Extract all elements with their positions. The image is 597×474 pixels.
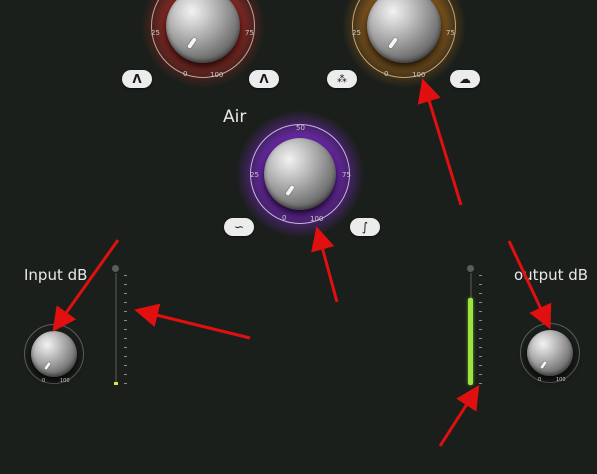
knob-pointer bbox=[539, 360, 548, 370]
meter-tick bbox=[124, 347, 127, 348]
output-db-label: output dB bbox=[514, 266, 589, 284]
arrow-to-air-knob bbox=[311, 226, 339, 303]
scale-label-25: 25 bbox=[250, 171, 259, 179]
input-meter-level bbox=[114, 382, 118, 385]
meter-tick bbox=[479, 275, 482, 276]
meter-tick bbox=[124, 374, 127, 375]
air-filter-button-2[interactable]: ∫ bbox=[350, 218, 380, 236]
scale-label-75: 75 bbox=[245, 29, 254, 37]
scale-label-75: 75 bbox=[342, 171, 351, 179]
knob-pointer bbox=[186, 36, 198, 50]
scale-label-0: 0 bbox=[42, 378, 46, 384]
meter-tick bbox=[124, 383, 127, 384]
arrow-to-input-meter bbox=[134, 303, 251, 340]
scale-label-50: 50 bbox=[296, 124, 305, 132]
meter-tick bbox=[479, 293, 482, 294]
knob-pointer bbox=[285, 184, 295, 197]
input-db-label: Input dB bbox=[24, 266, 88, 284]
scale-label-100: 100 bbox=[310, 215, 324, 223]
meter-tick bbox=[124, 320, 127, 321]
meter-tick bbox=[479, 284, 482, 285]
scale-label-0: 0 bbox=[183, 70, 188, 78]
bell-curve-icon: Λ bbox=[259, 72, 269, 86]
meter-tick bbox=[479, 320, 482, 321]
scale-label-0: 0 bbox=[538, 377, 542, 383]
meter-tick bbox=[124, 365, 127, 366]
output-meter-level bbox=[468, 297, 473, 385]
meter-tick bbox=[479, 302, 482, 303]
input-meter-top-dot bbox=[112, 265, 119, 272]
meter-tick bbox=[479, 338, 482, 339]
cloud-icon: ☁ bbox=[459, 72, 471, 86]
scale-label-100: 100 bbox=[60, 378, 70, 384]
scale-label-100: 100 bbox=[412, 71, 426, 79]
top-left-filter-button-1[interactable]: Λ bbox=[122, 70, 152, 88]
meter-tick bbox=[124, 338, 127, 339]
annotation-arrows bbox=[52, 78, 552, 447]
output-meter-top-dot bbox=[467, 265, 474, 272]
meter-tick bbox=[124, 284, 127, 285]
meter-tick bbox=[479, 356, 482, 357]
bell-curve-icon: Λ bbox=[132, 72, 142, 86]
knob-pointer bbox=[43, 361, 52, 371]
air-filter-button-1[interactable]: ∽ bbox=[224, 218, 254, 236]
scale-label-75: 75 bbox=[446, 29, 455, 37]
high-shelf-curve-icon: ∫ bbox=[361, 220, 369, 234]
arrow-to-top-right-knob bbox=[417, 78, 463, 206]
meter-tick bbox=[124, 293, 127, 294]
air-label: Air bbox=[223, 107, 247, 127]
meter-tick bbox=[124, 356, 127, 357]
meter-tick bbox=[479, 347, 482, 348]
arrow-to-output-meter bbox=[438, 384, 480, 447]
air-knob[interactable] bbox=[264, 138, 336, 210]
meter-tick bbox=[124, 275, 127, 276]
output-knob[interactable] bbox=[527, 330, 573, 376]
meter-tick bbox=[479, 374, 482, 375]
scale-label-0: 0 bbox=[384, 70, 389, 78]
meter-tick bbox=[479, 329, 482, 330]
scale-label-25: 25 bbox=[151, 29, 160, 37]
meter-tick bbox=[479, 365, 482, 366]
scale-label-100: 100 bbox=[556, 377, 566, 383]
top-left-filter-button-2[interactable]: Λ bbox=[249, 70, 279, 88]
scale-label-100: 100 bbox=[210, 71, 224, 79]
scale-label-25: 25 bbox=[352, 29, 361, 37]
scale-label-0: 0 bbox=[282, 214, 287, 222]
meter-tick bbox=[479, 383, 482, 384]
meter-tick bbox=[124, 311, 127, 312]
top-right-mode-button-2[interactable]: ☁ bbox=[450, 70, 480, 88]
meter-tick bbox=[124, 302, 127, 303]
meter-tick bbox=[124, 329, 127, 330]
high-cut-curve-icon: ∽ bbox=[233, 220, 245, 234]
knob-pointer bbox=[387, 36, 399, 50]
dense-texture-icon: ⁂ bbox=[337, 73, 347, 85]
top-right-mode-button-1[interactable]: ⁂ bbox=[327, 70, 357, 88]
input-knob[interactable] bbox=[31, 331, 77, 377]
input-meter-track bbox=[115, 273, 117, 385]
meter-tick bbox=[479, 311, 482, 312]
